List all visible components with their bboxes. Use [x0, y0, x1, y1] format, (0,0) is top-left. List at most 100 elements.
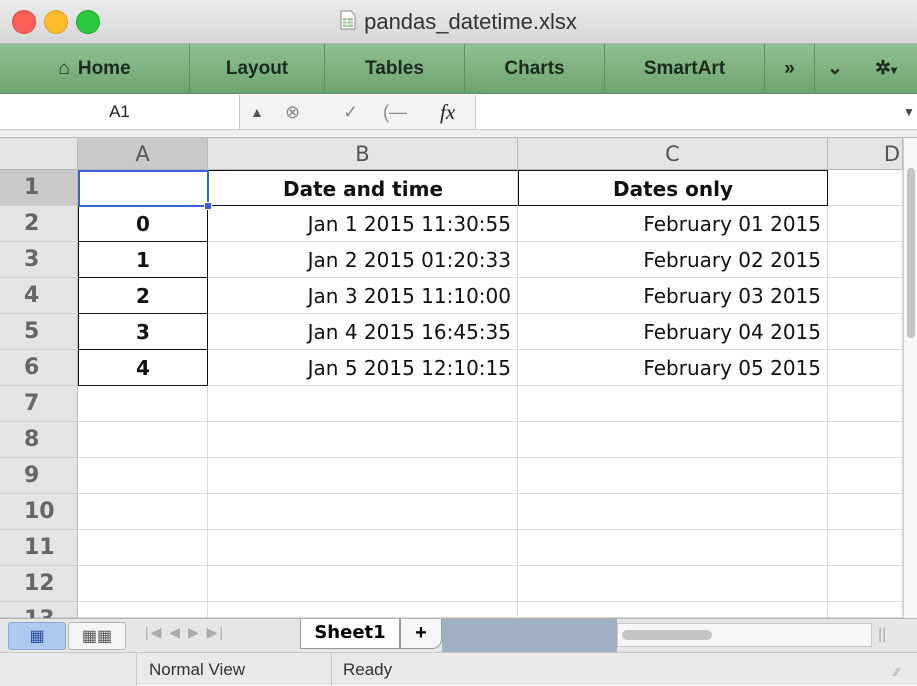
- column-header-d[interactable]: D: [828, 138, 903, 170]
- page-layout-view-button[interactable]: ▦▦: [68, 622, 126, 650]
- cell-d12[interactable]: [828, 566, 903, 602]
- cell-a12[interactable]: [78, 566, 208, 602]
- cell-a7[interactable]: [78, 386, 208, 422]
- cell-c7[interactable]: [518, 386, 828, 422]
- row-header-13[interactable]: 13: [0, 602, 78, 632]
- cell-c10[interactable]: [518, 494, 828, 530]
- window-title-area: pandas_datetime.xlsx: [0, 0, 917, 44]
- cell-a13[interactable]: [78, 602, 208, 618]
- horizontal-scrollbar[interactable]: [617, 623, 872, 647]
- tab-charts[interactable]: Charts: [465, 44, 605, 94]
- formula-paren-icon[interactable]: (—: [383, 95, 407, 129]
- name-box-stepper-icon[interactable]: ▲: [250, 95, 264, 129]
- cell-c5[interactable]: February 04 2015: [518, 314, 828, 350]
- row-header-2[interactable]: 2: [0, 206, 78, 242]
- row-header-8[interactable]: 8: [0, 422, 78, 458]
- cell-d2[interactable]: [828, 206, 903, 242]
- cell-c4[interactable]: February 03 2015: [518, 278, 828, 314]
- cell-a3[interactable]: 1: [78, 242, 208, 278]
- cell-a2[interactable]: 0: [78, 206, 208, 242]
- column-header-b[interactable]: B: [208, 138, 518, 170]
- cell-c9[interactable]: [518, 458, 828, 494]
- normal-view-button[interactable]: ▦: [8, 622, 66, 650]
- cell-d5[interactable]: [828, 314, 903, 350]
- cell-c3[interactable]: February 02 2015: [518, 242, 828, 278]
- cell-c6[interactable]: February 05 2015: [518, 350, 828, 386]
- column-header-a[interactable]: A: [78, 138, 208, 170]
- cell-b13[interactable]: [208, 602, 518, 618]
- cell-c11[interactable]: [518, 530, 828, 566]
- row-header-4[interactable]: 4: [0, 278, 78, 314]
- row-header-1[interactable]: 1: [0, 170, 78, 206]
- cell-a6[interactable]: 4: [78, 350, 208, 386]
- cell-a8[interactable]: [78, 422, 208, 458]
- row-header-11[interactable]: 11: [0, 530, 78, 566]
- row-header-6[interactable]: 6: [0, 350, 78, 386]
- fill-handle[interactable]: [204, 202, 212, 210]
- horizontal-scroll-thumb[interactable]: [622, 630, 712, 640]
- cell-c12[interactable]: [518, 566, 828, 602]
- row-header-10[interactable]: 10: [0, 494, 78, 530]
- row-header-5[interactable]: 5: [0, 314, 78, 350]
- add-sheet-button[interactable]: +: [400, 619, 442, 649]
- select-all-corner[interactable]: [0, 138, 78, 170]
- row-header-12[interactable]: 12: [0, 566, 78, 602]
- chevron-down-icon[interactable]: ⌄: [815, 44, 855, 94]
- tab-tables[interactable]: Tables: [325, 44, 465, 94]
- sheet-navigation-arrows[interactable]: |◀ ◀ ▶ ▶|: [145, 624, 285, 648]
- cell-d10[interactable]: [828, 494, 903, 530]
- gear-icon[interactable]: ✲▾: [855, 44, 917, 94]
- cell-d8[interactable]: [828, 422, 903, 458]
- cell-b12[interactable]: [208, 566, 518, 602]
- cell-b1[interactable]: Date and time: [208, 170, 518, 206]
- cell-b5[interactable]: Jan 4 2015 16:45:35: [208, 314, 518, 350]
- cell-a4[interactable]: 2: [78, 278, 208, 314]
- cell-d4[interactable]: [828, 278, 903, 314]
- cell-a9[interactable]: [78, 458, 208, 494]
- cancel-icon[interactable]: ⊗: [285, 95, 300, 129]
- split-handle-icon[interactable]: ||: [878, 623, 892, 647]
- cell-b3[interactable]: Jan 2 2015 01:20:33: [208, 242, 518, 278]
- cell-b7[interactable]: [208, 386, 518, 422]
- vertical-scroll-thumb[interactable]: [907, 168, 915, 338]
- ribbon-overflow-button[interactable]: »: [765, 44, 815, 94]
- cell-b2[interactable]: Jan 1 2015 11:30:55: [208, 206, 518, 242]
- cell-d1[interactable]: [828, 170, 903, 206]
- vertical-scrollbar[interactable]: [903, 138, 917, 618]
- title-bar: pandas_datetime.xlsx: [0, 0, 917, 44]
- cell-b11[interactable]: [208, 530, 518, 566]
- formula-expand-icon[interactable]: ▼: [903, 105, 915, 119]
- resize-grip-icon[interactable]: ∕∕: [895, 665, 913, 683]
- cell-a11[interactable]: [78, 530, 208, 566]
- cell-d9[interactable]: [828, 458, 903, 494]
- status-ready-label: Ready: [343, 660, 393, 679]
- cell-c1[interactable]: Dates only: [518, 170, 828, 206]
- row-header-3[interactable]: 3: [0, 242, 78, 278]
- cell-a10[interactable]: [78, 494, 208, 530]
- cell-b6[interactable]: Jan 5 2015 12:10:15: [208, 350, 518, 386]
- formula-input[interactable]: [475, 95, 917, 129]
- cell-c2[interactable]: February 01 2015: [518, 206, 828, 242]
- sheet-tab-sheet1[interactable]: Sheet1: [300, 619, 400, 649]
- cell-b8[interactable]: [208, 422, 518, 458]
- cell-c13[interactable]: [518, 602, 828, 618]
- tab-home[interactable]: ⌂ Home: [0, 44, 190, 94]
- tab-layout[interactable]: Layout: [190, 44, 325, 94]
- column-header-c[interactable]: C: [518, 138, 828, 170]
- insert-function-button[interactable]: fx: [440, 95, 455, 129]
- confirm-icon[interactable]: ✓: [343, 95, 358, 129]
- name-box[interactable]: A1: [0, 95, 240, 129]
- tab-smartart[interactable]: SmartArt: [605, 44, 765, 94]
- cell-b9[interactable]: [208, 458, 518, 494]
- row-header-9[interactable]: 9: [0, 458, 78, 494]
- cell-b10[interactable]: [208, 494, 518, 530]
- row-header-7[interactable]: 7: [0, 386, 78, 422]
- cell-d13[interactable]: [828, 602, 903, 618]
- cell-d6[interactable]: [828, 350, 903, 386]
- cell-a5[interactable]: 3: [78, 314, 208, 350]
- cell-d11[interactable]: [828, 530, 903, 566]
- cell-c8[interactable]: [518, 422, 828, 458]
- cell-b4[interactable]: Jan 3 2015 11:10:00: [208, 278, 518, 314]
- cell-d7[interactable]: [828, 386, 903, 422]
- cell-d3[interactable]: [828, 242, 903, 278]
